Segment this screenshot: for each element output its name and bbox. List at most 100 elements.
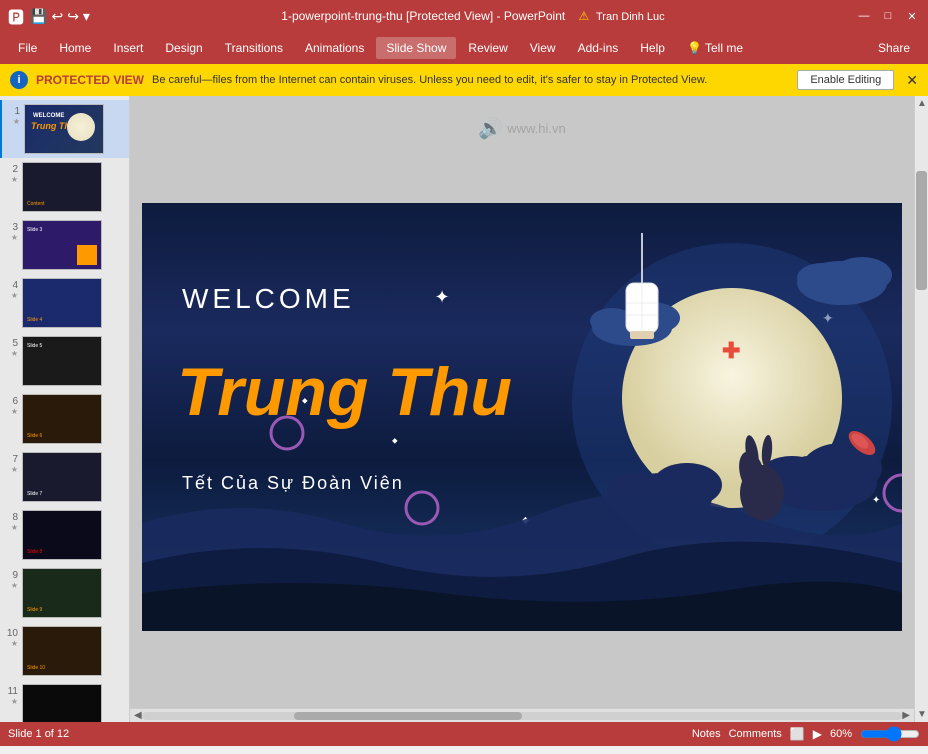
view-slideshow-button[interactable]: ▶: [813, 727, 822, 741]
slide-star-3: ★: [11, 233, 18, 242]
title-text: 1-powerpoint-trung-thu [Protected View] …: [281, 9, 565, 23]
notes-button[interactable]: Notes: [692, 728, 721, 740]
slide-star-8: ★: [11, 523, 18, 532]
center-area: 🔊 www.hi.vn: [130, 96, 914, 722]
slide-title-text: Trung Thu: [177, 353, 512, 431]
scroll-thumb[interactable]: [294, 712, 522, 720]
slide-number-2: 2: [4, 162, 18, 175]
slide-item-7[interactable]: 7 ★ Slide 7: [0, 448, 129, 506]
slide-item-8[interactable]: 8 ★ Slide 8: [0, 506, 129, 564]
svg-text:✦: ✦: [434, 287, 449, 307]
slide-star-7: ★: [11, 465, 18, 474]
menu-view[interactable]: View: [520, 37, 566, 59]
menu-help[interactable]: Help: [630, 37, 675, 59]
slide-number-4: 4: [4, 278, 18, 291]
slide-thumb-6: Slide 6: [22, 394, 102, 444]
slide-item-3[interactable]: 3 ★ Slide 3: [0, 216, 129, 274]
vertical-scrollbar[interactable]: ▲ ▼: [914, 96, 928, 722]
slide-item-5[interactable]: 5 ★ Slide 5: [0, 332, 129, 390]
slide-item-11[interactable]: 11 ★ Slide 11: [0, 680, 129, 722]
protected-view-bar: i PROTECTED VIEW Be careful—files from t…: [0, 64, 928, 96]
slide-item-6[interactable]: 6 ★ Slide 6: [0, 390, 129, 448]
menu-insert[interactable]: Insert: [103, 37, 153, 59]
slide-number-8: 8: [4, 510, 18, 523]
vscroll-track: [915, 111, 928, 707]
status-bar: Slide 1 of 12 Notes Comments ⬜ ▶ 60%: [0, 722, 928, 746]
slide-item-4[interactable]: 4 ★ Slide 4: [0, 274, 129, 332]
menu-tellme[interactable]: 💡 Tell me: [677, 37, 753, 59]
close-protected-bar-button[interactable]: ✕: [906, 72, 918, 89]
maximize-button[interactable]: □: [880, 8, 896, 24]
slide-canvas-area: 🔊 www.hi.vn: [130, 96, 914, 708]
slide-star-6: ★: [11, 407, 18, 416]
slide-thumb-1: WELCOME Trung Thu: [24, 104, 104, 154]
slide-thumb-9: Slide 9: [22, 568, 102, 618]
scroll-left-button[interactable]: ◀: [134, 710, 142, 721]
menu-share[interactable]: Share: [868, 37, 920, 59]
scroll-up-button[interactable]: ▲: [915, 96, 928, 111]
slide-number-5: 5: [4, 336, 18, 349]
slide-star-5: ★: [11, 349, 18, 358]
slide-item-10[interactable]: 10 ★ Slide 10: [0, 622, 129, 680]
menu-file[interactable]: File: [8, 37, 47, 59]
main-area: 1 ★ WELCOME Trung Thu 2 ★ Content 3 ★: [0, 96, 928, 722]
svg-text:✚: ✚: [722, 338, 740, 363]
scroll-track: [142, 712, 903, 720]
menu-review[interactable]: Review: [458, 37, 517, 59]
zoom-level: 60%: [830, 728, 852, 740]
title-bar-left: 🅿 💾 ↩ ↪ ▾: [8, 4, 90, 28]
menu-addins[interactable]: Add-ins: [568, 37, 629, 59]
comments-button[interactable]: Comments: [729, 728, 782, 740]
watermark-text: www.hi.vn: [507, 121, 566, 136]
menu-animations[interactable]: Animations: [295, 37, 374, 59]
view-normal-button[interactable]: ⬜: [790, 727, 805, 741]
svg-text:⬥: ⬥: [392, 436, 398, 445]
menu-home[interactable]: Home: [49, 37, 101, 59]
slide-item-2[interactable]: 2 ★ Content: [0, 158, 129, 216]
slide-star-4: ★: [11, 291, 18, 300]
zoom-slider[interactable]: [860, 730, 920, 738]
slide-thumb-2: Content: [22, 162, 102, 212]
slide-thumb-7: Slide 7: [22, 452, 102, 502]
redo-icon[interactable]: ↪: [67, 8, 79, 25]
protected-badge: PROTECTED VIEW: [36, 73, 144, 87]
status-right: Notes Comments ⬜ ▶ 60%: [692, 727, 920, 741]
slide-number-11: 11: [4, 684, 18, 697]
title-bar: 🅿 💾 ↩ ↪ ▾ 1-powerpoint-trung-thu [Protec…: [0, 0, 928, 32]
close-button[interactable]: ✕: [904, 8, 920, 24]
slide-thumb-5: Slide 5: [22, 336, 102, 386]
minimize-button[interactable]: —: [856, 8, 872, 24]
menu-transitions[interactable]: Transitions: [215, 37, 293, 59]
horizontal-scrollbar[interactable]: ◀ ▶: [130, 708, 914, 722]
warning-icon: ⚠: [579, 9, 590, 23]
customize-icon[interactable]: ▾: [83, 8, 90, 25]
window-title: 1-powerpoint-trung-thu [Protected View] …: [90, 9, 856, 23]
quick-access-toolbar: 💾 ↩ ↪ ▾: [30, 8, 90, 25]
slide-number-6: 6: [4, 394, 18, 407]
menu-design[interactable]: Design: [155, 37, 212, 59]
username: Tran Dinh Luc: [596, 11, 665, 23]
slide-item-9[interactable]: 9 ★ Slide 9: [0, 564, 129, 622]
slide-star-9: ★: [11, 581, 18, 590]
slide-number-3: 3: [4, 220, 18, 233]
slide-info: Slide 1 of 12: [8, 728, 69, 740]
scroll-down-button[interactable]: ▼: [915, 707, 928, 722]
scroll-right-button[interactable]: ▶: [902, 710, 910, 721]
protected-message: Be careful—files from the Internet can c…: [152, 74, 789, 86]
speaker-icon: 🔊: [478, 116, 503, 141]
info-icon: i: [10, 71, 28, 89]
undo-icon[interactable]: ↩: [51, 8, 63, 25]
slide-number-10: 10: [4, 626, 18, 639]
enable-editing-button[interactable]: Enable Editing: [797, 70, 894, 90]
save-icon[interactable]: 💾: [30, 8, 47, 25]
slide-welcome-text: WELCOME: [182, 283, 355, 315]
menu-slideshow[interactable]: Slide Show: [376, 37, 456, 59]
slide-thumb-11: Slide 11: [22, 684, 102, 722]
slide-item-1[interactable]: 1 ★ WELCOME Trung Thu: [0, 100, 129, 158]
app-icon: 🅿: [8, 4, 24, 28]
vscroll-thumb[interactable]: [916, 171, 927, 290]
slide-thumb-4: Slide 4: [22, 278, 102, 328]
slide-subtitle-text: Tết Của Sự Đoàn Viên: [182, 473, 404, 494]
slide-number-1: 1: [6, 104, 20, 117]
slide-star-10: ★: [11, 639, 18, 648]
